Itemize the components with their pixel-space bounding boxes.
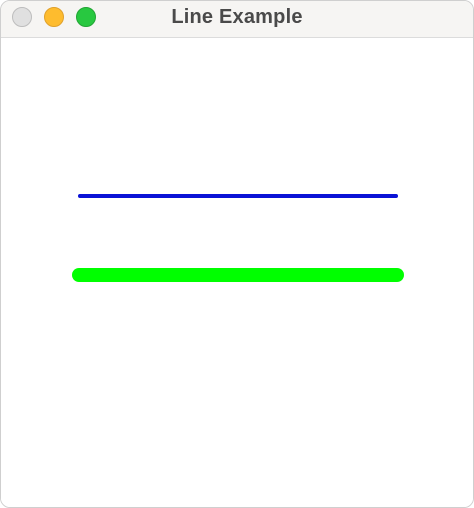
title-bar[interactable]: Line Example [1, 1, 473, 38]
app-window: Line Example [0, 0, 474, 508]
canvas-svg [72, 194, 404, 282]
window-title: Line Example [171, 6, 303, 28]
drawing-canvas [1, 38, 473, 507]
